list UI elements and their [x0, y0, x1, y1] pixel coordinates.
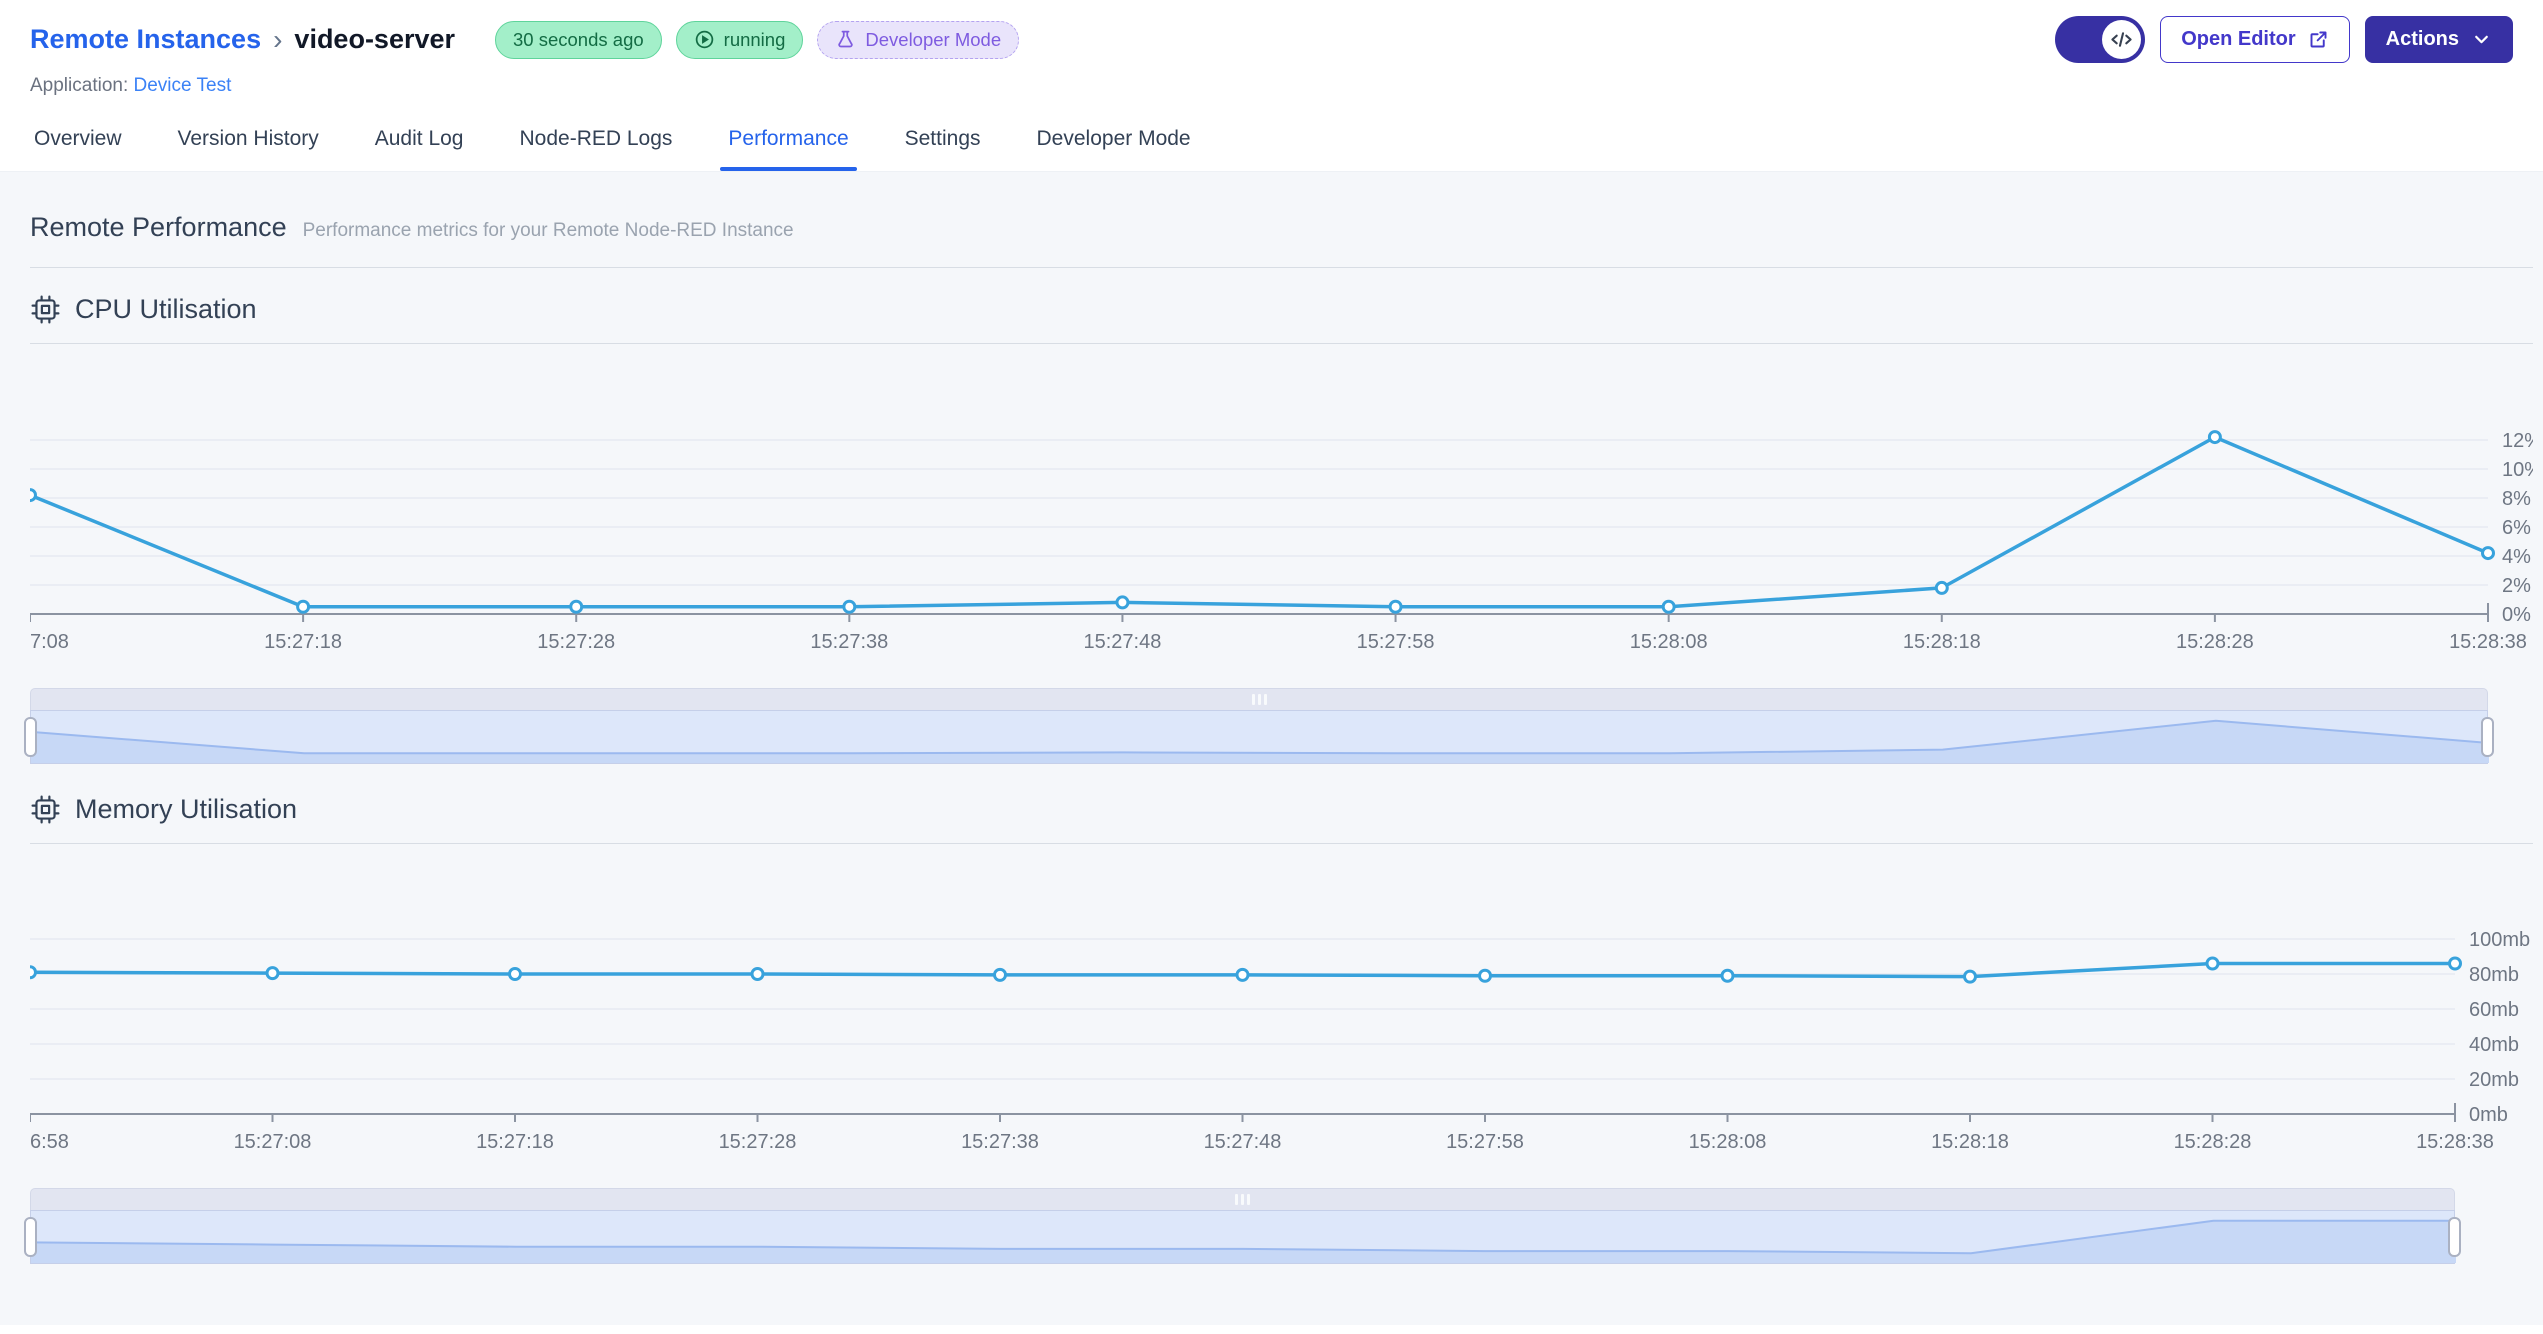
svg-text:15:27:28: 15:27:28: [719, 1131, 797, 1153]
svg-text:15:27:48: 15:27:48: [1204, 1131, 1282, 1153]
svg-text:15:27:38: 15:27:38: [961, 1131, 1039, 1153]
memory-section-heading: Memory Utilisation: [30, 794, 2533, 825]
tab-node-red-logs[interactable]: Node-RED Logs: [518, 117, 675, 171]
external-link-icon: [2310, 31, 2327, 48]
status-badges: 30 seconds ago running Developer Mode: [495, 20, 1020, 59]
navigator-right-handle[interactable]: [2448, 1217, 2461, 1257]
navigator-left-handle[interactable]: [24, 717, 37, 757]
cpu-chart-zoom-navigator: [24, 688, 2494, 764]
performance-panel: Remote Performance Performance metrics f…: [0, 172, 2543, 1325]
svg-text:20mb: 20mb: [2469, 1069, 2519, 1091]
memory-section-title: Memory Utilisation: [75, 794, 298, 824]
navigator-left-handle[interactable]: [24, 1217, 37, 1257]
svg-text:15:28:08: 15:28:08: [1689, 1131, 1767, 1153]
svg-text:15:27:18: 15:27:18: [476, 1131, 554, 1153]
breadcrumb-remote-instances-link[interactable]: Remote Instances: [30, 24, 261, 55]
breadcrumb-separator-icon: ›: [273, 23, 283, 55]
svg-text:15:28:38: 15:28:38: [2449, 631, 2527, 653]
open-editor-button[interactable]: Open Editor: [2160, 16, 2350, 63]
application-line: Application: Device Test: [30, 75, 2513, 97]
last-seen-badge: 30 seconds ago: [495, 20, 662, 59]
play-circle-icon: [695, 30, 713, 49]
divider: [30, 267, 2533, 268]
application-label: Application:: [30, 75, 129, 96]
svg-text:15:27:58: 15:27:58: [1446, 1131, 1524, 1153]
running-status-text: running: [723, 28, 786, 50]
svg-text:0%: 0%: [2502, 604, 2531, 626]
svg-text:15:28:28: 15:28:28: [2174, 1131, 2252, 1153]
page-header: Remote Instances › video-server 30 secon…: [0, 0, 2543, 172]
memory-chip-icon: [31, 795, 60, 824]
header-controls: Open Editor Actions: [2055, 16, 2513, 63]
page-subtitle: Performance metrics for your Remote Node…: [302, 220, 794, 241]
svg-text:12%: 12%: [2502, 430, 2533, 452]
navigator-track[interactable]: [24, 710, 2494, 764]
toggle-knob: [2102, 20, 2142, 59]
tab-audit-log[interactable]: Audit Log: [373, 117, 466, 171]
divider: [30, 843, 2533, 844]
developer-mode-text: Developer Mode: [865, 28, 1002, 50]
svg-text:15:27:28: 15:27:28: [537, 631, 615, 653]
navigator-track[interactable]: [24, 1210, 2461, 1264]
divider: [30, 343, 2533, 344]
memory-chart: 6:58 15:27:08 15:27:18 15:27:28 15:27:38 15:2…: [30, 896, 2533, 1154]
svg-text:15:27:38: 15:27:38: [810, 631, 888, 653]
instance-name: video-server: [294, 24, 456, 54]
svg-text:6:58: 6:58: [30, 1131, 69, 1153]
tab-version-history[interactable]: Version History: [176, 117, 321, 171]
memory-chart-zoom-navigator: [24, 1188, 2461, 1264]
navigator-drag-bar[interactable]: [30, 688, 2488, 710]
actions-button[interactable]: Actions: [2364, 16, 2513, 63]
svg-text:15:27:08: 15:27:08: [234, 1131, 312, 1153]
svg-text:100mb: 100mb: [2469, 929, 2530, 951]
grip-icon: [1251, 694, 1267, 705]
cpu-section-heading: CPU Utilisation: [30, 294, 2533, 325]
svg-text:15:27:48: 15:27:48: [1084, 631, 1162, 653]
cpu-section-title: CPU Utilisation: [75, 294, 257, 324]
svg-text:7:08: 7:08: [30, 631, 69, 653]
svg-text:6%: 6%: [2502, 517, 2531, 539]
page-title: Remote Performance: [30, 212, 287, 242]
svg-text:2%: 2%: [2502, 575, 2531, 597]
application-link[interactable]: Device Test: [134, 75, 232, 96]
last-seen-text: 30 seconds ago: [513, 28, 644, 50]
navigator-right-handle[interactable]: [2481, 717, 2494, 757]
tab-overview[interactable]: Overview: [32, 117, 124, 171]
svg-text:8%: 8%: [2502, 488, 2531, 510]
developer-mode-badge: Developer Mode: [817, 20, 1020, 59]
cpu-chart: 7:08 15:27:18 15:27:28 15:27:38 15:27:48 15:2…: [30, 396, 2533, 654]
svg-text:15:28:28: 15:28:28: [2176, 631, 2254, 653]
svg-text:10%: 10%: [2502, 459, 2533, 481]
chevron-down-icon: [2475, 35, 2488, 44]
svg-text:4%: 4%: [2502, 546, 2531, 568]
svg-text:15:27:58: 15:27:58: [1357, 631, 1435, 653]
tab-bar: Overview Version History Audit Log Node-…: [30, 117, 2513, 171]
svg-text:60mb: 60mb: [2469, 999, 2519, 1021]
svg-text:15:28:18: 15:28:18: [1931, 1131, 2009, 1153]
svg-text:0mb: 0mb: [2469, 1104, 2508, 1126]
svg-text:15:28:18: 15:28:18: [1903, 631, 1981, 653]
svg-text:15:28:08: 15:28:08: [1630, 631, 1708, 653]
svg-text:15:27:18: 15:27:18: [264, 631, 342, 653]
grip-icon: [1235, 1194, 1250, 1205]
tab-settings[interactable]: Settings: [903, 117, 983, 171]
developer-mode-toggle[interactable]: [2055, 16, 2146, 63]
flask-icon: [838, 30, 854, 48]
actions-label: Actions: [2385, 28, 2459, 50]
tab-performance[interactable]: Performance: [720, 117, 857, 171]
svg-text:80mb: 80mb: [2469, 964, 2519, 986]
running-status-badge: running: [675, 20, 804, 59]
code-icon: [2111, 32, 2132, 47]
open-editor-label: Open Editor: [2181, 28, 2296, 50]
navigator-drag-bar[interactable]: [30, 1188, 2455, 1210]
cpu-chip-icon: [31, 295, 60, 324]
breadcrumb: Remote Instances › video-server: [30, 24, 455, 56]
tab-developer-mode[interactable]: Developer Mode: [1035, 117, 1193, 171]
svg-text:40mb: 40mb: [2469, 1034, 2519, 1056]
svg-text:15:28:38: 15:28:38: [2416, 1131, 2494, 1153]
